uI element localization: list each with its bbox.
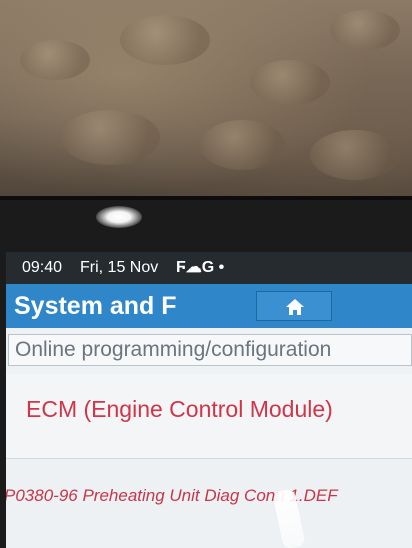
breadcrumb: Online programming/configuration xyxy=(8,334,412,366)
pebble xyxy=(310,130,400,180)
tablet-screen: 09:40 Fri, 15 Nov Ϝ☁G • System and F Onl… xyxy=(6,252,412,548)
list-item-ecm[interactable]: ECM (Engine Control Module) xyxy=(6,374,412,459)
home-button[interactable] xyxy=(256,291,332,321)
status-icons: Ϝ☁G • xyxy=(176,259,225,276)
pebble xyxy=(330,10,400,50)
status-bar: 09:40 Fri, 15 Nov Ϝ☁G • xyxy=(6,252,412,284)
ground-surface xyxy=(0,0,412,215)
list-item-dtc[interactable]: P0380-96 Preheating Unit Diag Conn 1.DEF xyxy=(6,464,412,548)
list-item-label: ECM (Engine Control Module) xyxy=(26,396,333,422)
page-title: System and F xyxy=(14,292,177,320)
title-bar: System and F xyxy=(6,284,412,328)
status-date: Fri, 15 Nov xyxy=(80,259,159,276)
pebble xyxy=(250,60,330,105)
photo: 09:40 Fri, 15 Nov Ϝ☁G • System and F Onl… xyxy=(0,0,412,548)
pebble xyxy=(20,40,90,80)
pebble xyxy=(200,120,285,170)
pebble xyxy=(60,110,160,165)
pebble xyxy=(120,15,210,65)
camera-flash-reflection xyxy=(96,206,142,228)
home-icon xyxy=(286,299,304,315)
status-time: 09:40 xyxy=(22,259,63,276)
breadcrumb-text: Online programming/configuration xyxy=(15,338,332,361)
